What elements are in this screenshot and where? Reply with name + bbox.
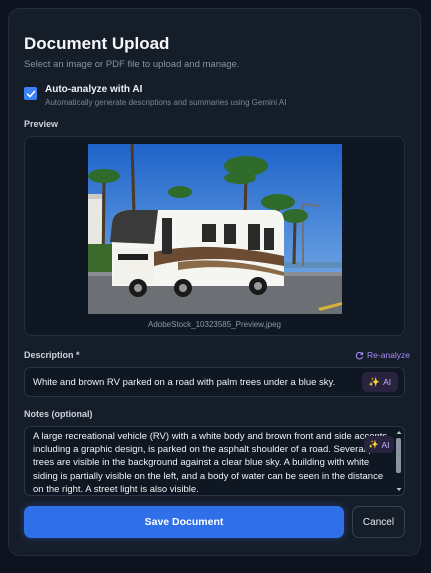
- notes-ai-button[interactable]: ✨ AI: [364, 436, 394, 453]
- notes-ai-label: AI: [381, 439, 390, 450]
- page-title: Document Upload: [24, 34, 170, 53]
- save-document-button[interactable]: Save Document: [24, 506, 344, 538]
- auto-analyze-label[interactable]: Auto-analyze with AI: [45, 84, 142, 95]
- reanalyze-button[interactable]: Re-analyze: [355, 350, 410, 360]
- notes-label: Notes (optional): [24, 409, 93, 419]
- checkmark-icon: [26, 90, 35, 97]
- cancel-button[interactable]: Cancel: [352, 506, 405, 538]
- sparkle-icon: ✨: [368, 440, 379, 449]
- reanalyze-label: Re-analyze: [367, 350, 410, 360]
- description-value: White and brown RV parked on a road with…: [33, 377, 336, 388]
- preview-image: [88, 144, 342, 314]
- page-subtitle: Select an image or PDF file to upload an…: [24, 59, 240, 70]
- notes-value: A large recreational vehicle (RV) with a…: [33, 431, 390, 495]
- auto-analyze-checkbox[interactable]: [24, 87, 37, 100]
- preview-label: Preview: [24, 119, 59, 129]
- preview-filename: AdobeStock_10323585_Preview.jpeg: [148, 320, 281, 329]
- description-input[interactable]: White and brown RV parked on a road with…: [24, 367, 405, 397]
- notes-textarea[interactable]: A large recreational vehicle (RV) with a…: [24, 426, 405, 496]
- notes-scrollbar[interactable]: [395, 428, 403, 494]
- description-ai-label: AI: [383, 377, 392, 387]
- description-label: Description *: [24, 350, 80, 360]
- auto-analyze-description: Automatically generate descriptions and …: [45, 98, 287, 107]
- scrollbar-thumb[interactable]: [396, 438, 401, 473]
- refresh-icon: [355, 351, 364, 359]
- sparkle-icon: ✨: [368, 376, 381, 387]
- description-ai-button[interactable]: ✨ AI: [362, 372, 398, 392]
